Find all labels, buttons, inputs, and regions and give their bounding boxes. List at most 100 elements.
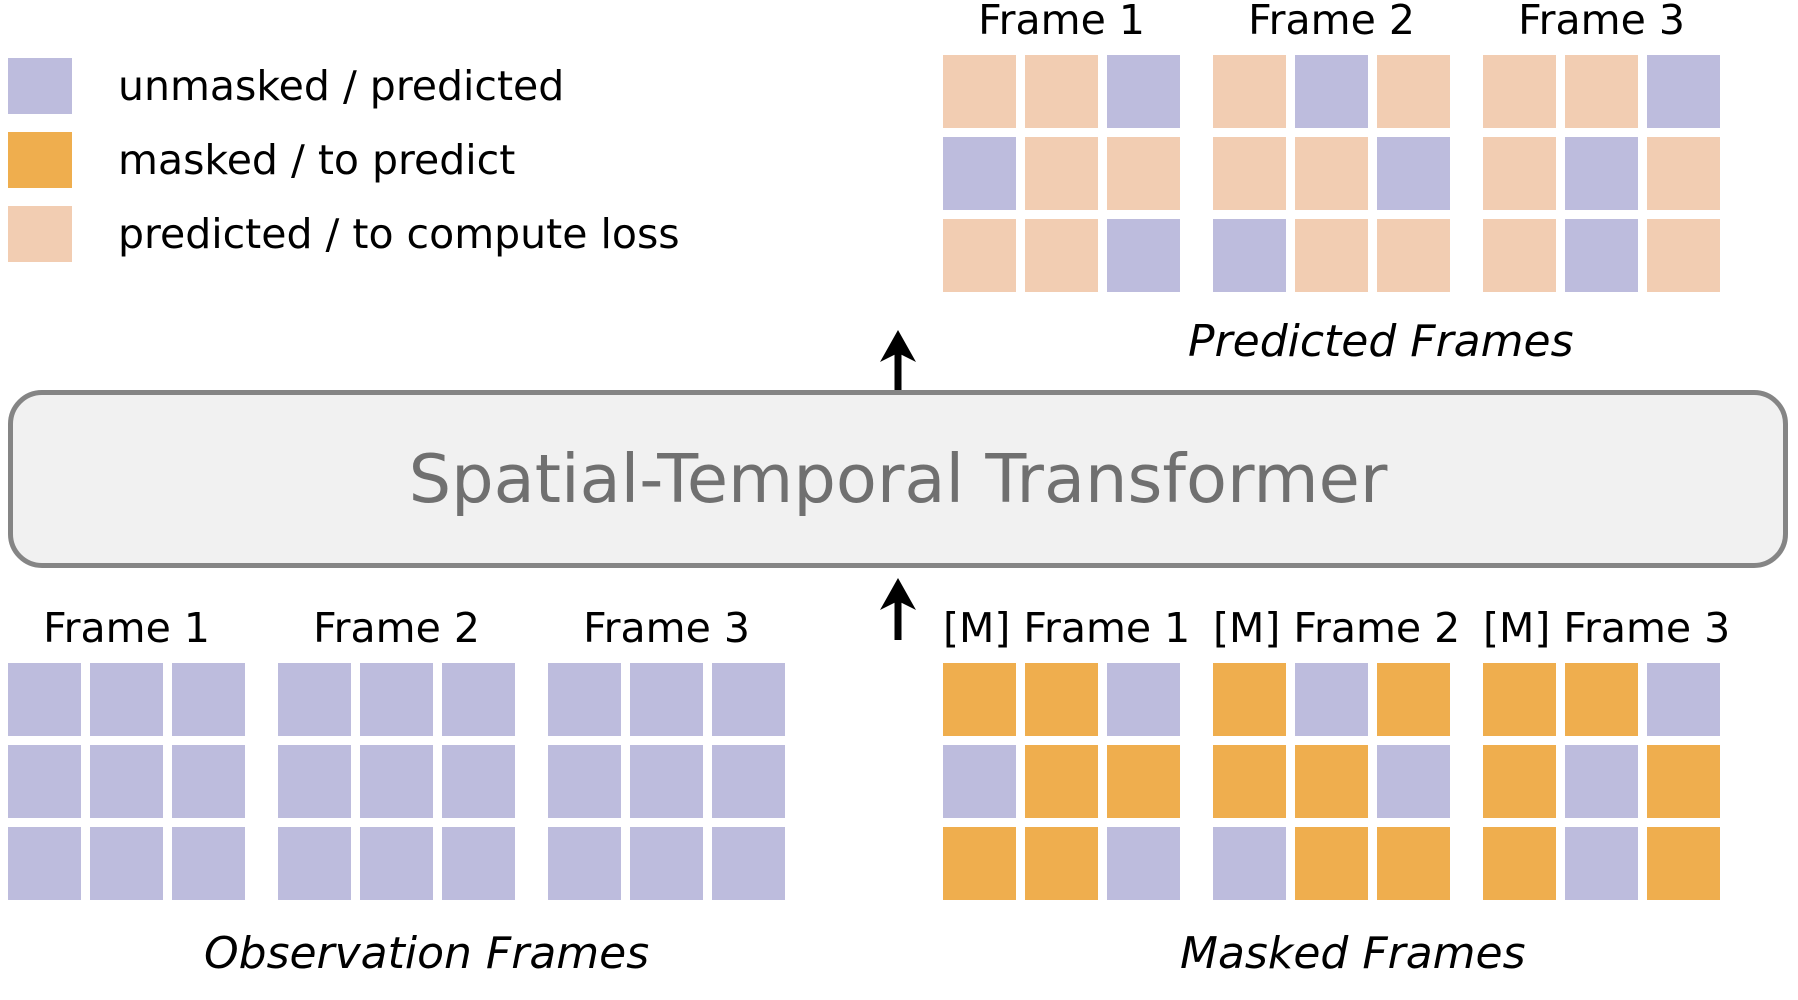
- grid-cell: [1213, 137, 1286, 210]
- grid-cell: [278, 745, 351, 818]
- grid-cell: [712, 745, 785, 818]
- predicted-frame-3: Frame 3: [1483, 0, 1720, 292]
- legend-item-predicted: predicted / to compute loss: [8, 203, 808, 265]
- grid-cell: [1565, 137, 1638, 210]
- grid-cell: [1213, 55, 1286, 128]
- legend-label-masked: masked / to predict: [118, 135, 516, 184]
- grid-cell: [943, 55, 1016, 128]
- legend-swatch-masked: [8, 132, 72, 188]
- grid-cell: [943, 827, 1016, 900]
- observation-frame-2-title: Frame 2: [313, 604, 480, 652]
- transformer-label: Spatial-Temporal Transformer: [408, 440, 1388, 518]
- grid-cell: [1377, 663, 1450, 736]
- observation-frame-1: Frame 1: [8, 608, 245, 900]
- predicted-frame-3-title: Frame 3: [1518, 0, 1685, 44]
- grid-cell: [360, 827, 433, 900]
- grid-cell: [172, 745, 245, 818]
- grid-cell: [1107, 663, 1180, 736]
- legend-item-unmasked: unmasked / predicted: [8, 55, 808, 117]
- grid-cell: [1483, 827, 1556, 900]
- grid-cell: [1483, 745, 1556, 818]
- predicted-frame-1: Frame 1: [943, 0, 1180, 292]
- grid-cell: [1295, 137, 1368, 210]
- masked-frame-2-grid: [1213, 663, 1460, 900]
- predicted-frame-2: Frame 2: [1213, 0, 1450, 292]
- grid-cell: [630, 663, 703, 736]
- observation-frame-1-title: Frame 1: [43, 604, 210, 652]
- grid-cell: [1647, 137, 1720, 210]
- observation-frame-1-grid: [8, 663, 245, 900]
- predicted-frame-1-grid: [943, 55, 1180, 292]
- observation-frame-2: Frame 2: [278, 608, 515, 900]
- grid-cell: [1213, 827, 1286, 900]
- grid-cell: [1295, 827, 1368, 900]
- grid-cell: [1377, 745, 1450, 818]
- grid-cell: [548, 663, 621, 736]
- grid-cell: [1213, 745, 1286, 818]
- grid-cell: [1295, 745, 1368, 818]
- grid-cell: [548, 745, 621, 818]
- grid-cell: [1377, 827, 1450, 900]
- grid-cell: [1647, 219, 1720, 292]
- grid-cell: [1107, 137, 1180, 210]
- legend-label-unmasked: unmasked / predicted: [118, 61, 565, 110]
- grid-cell: [1483, 219, 1556, 292]
- grid-cell: [1483, 663, 1556, 736]
- grid-cell: [1213, 663, 1286, 736]
- grid-cell: [630, 827, 703, 900]
- grid-cell: [90, 827, 163, 900]
- masked-frame-3: [M] Frame 3: [1483, 608, 1730, 900]
- grid-cell: [1025, 219, 1098, 292]
- output-arrow-up-icon: [880, 330, 916, 392]
- caption-masked-frames: Masked Frames: [1180, 928, 1526, 979]
- grid-cell: [1295, 55, 1368, 128]
- grid-cell: [90, 745, 163, 818]
- legend: unmasked / predicted masked / to predict…: [8, 55, 808, 277]
- grid-cell: [1647, 745, 1720, 818]
- grid-cell: [442, 745, 515, 818]
- masked-frame-2-title: [M] Frame 2: [1213, 604, 1461, 652]
- grid-cell: [1107, 55, 1180, 128]
- legend-label-predicted: predicted / to compute loss: [118, 209, 680, 258]
- grid-cell: [943, 745, 1016, 818]
- grid-cell: [1295, 663, 1368, 736]
- grid-cell: [548, 827, 621, 900]
- predicted-frame-1-title: Frame 1: [978, 0, 1145, 44]
- grid-cell: [1107, 827, 1180, 900]
- legend-swatch-predicted: [8, 206, 72, 262]
- grid-cell: [1213, 219, 1286, 292]
- masked-frame-1: [M] Frame 1: [943, 608, 1190, 900]
- grid-cell: [1295, 219, 1368, 292]
- predicted-frame-2-grid: [1213, 55, 1450, 292]
- caption-predicted-frames: Predicted Frames: [1188, 316, 1574, 367]
- grid-cell: [442, 663, 515, 736]
- grid-cell: [1647, 55, 1720, 128]
- grid-cell: [1025, 745, 1098, 818]
- grid-cell: [1107, 745, 1180, 818]
- grid-cell: [172, 827, 245, 900]
- grid-cell: [712, 663, 785, 736]
- grid-cell: [1565, 55, 1638, 128]
- grid-cell: [1483, 137, 1556, 210]
- grid-cell: [1647, 827, 1720, 900]
- masked-frame-3-grid: [1483, 663, 1730, 900]
- grid-cell: [1025, 55, 1098, 128]
- grid-cell: [1377, 137, 1450, 210]
- legend-swatch-unmasked: [8, 58, 72, 114]
- grid-cell: [278, 663, 351, 736]
- grid-cell: [1377, 219, 1450, 292]
- grid-cell: [278, 827, 351, 900]
- grid-cell: [1647, 663, 1720, 736]
- diagram-canvas: unmasked / predicted masked / to predict…: [0, 0, 1798, 1000]
- caption-observation-frames: Observation Frames: [204, 928, 650, 979]
- grid-cell: [1565, 827, 1638, 900]
- grid-cell: [90, 663, 163, 736]
- spatial-temporal-transformer-box: Spatial-Temporal Transformer: [8, 390, 1788, 568]
- input-arrow-up-icon: [880, 578, 916, 640]
- observation-frame-3: Frame 3: [548, 608, 785, 900]
- grid-cell: [1565, 745, 1638, 818]
- masked-frame-1-title: [M] Frame 1: [943, 604, 1191, 652]
- grid-cell: [943, 219, 1016, 292]
- legend-item-masked: masked / to predict: [8, 129, 808, 191]
- observation-frame-2-grid: [278, 663, 515, 900]
